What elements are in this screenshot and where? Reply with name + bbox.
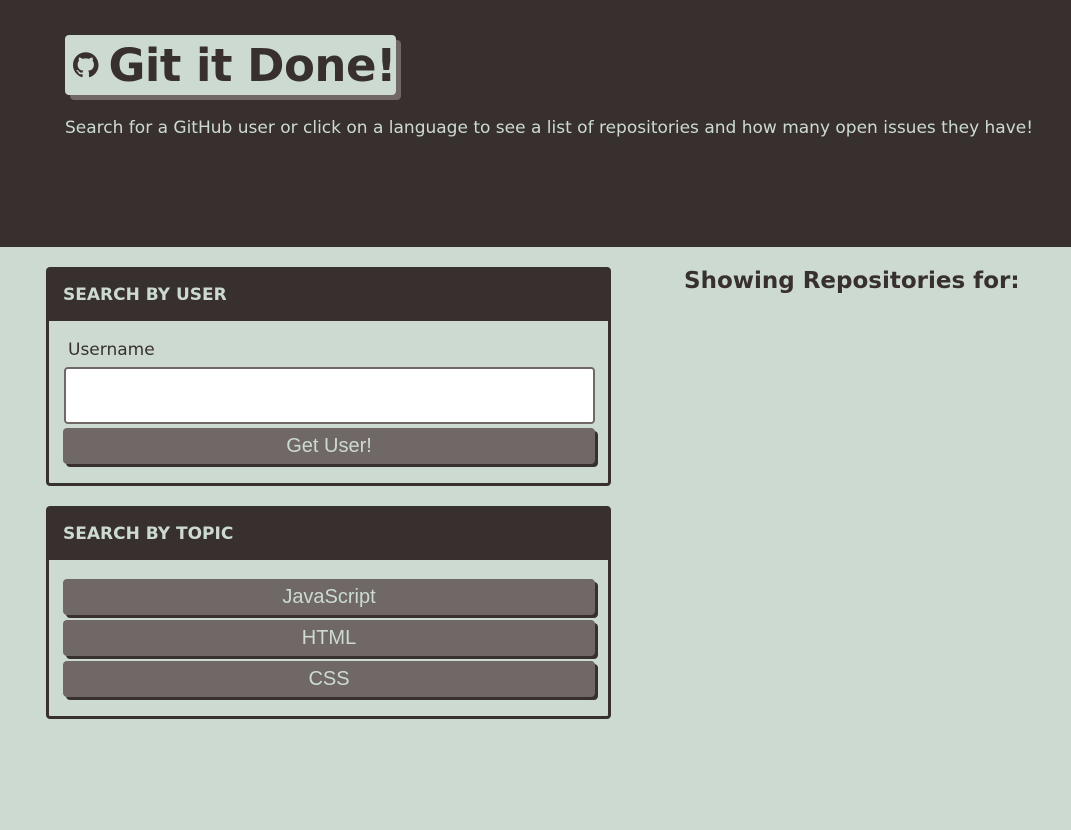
- username-label: Username: [68, 340, 155, 360]
- html-button[interactable]: HTML: [63, 620, 595, 656]
- page-header: Git it Done! Search for a GitHub user or…: [0, 0, 1071, 247]
- username-input[interactable]: [64, 367, 595, 424]
- javascript-button[interactable]: JavaScript: [63, 579, 595, 615]
- topic-card-heading: SEARCH BY TOPIC: [49, 509, 608, 560]
- search-by-topic-card: SEARCH BY TOPIC JavaScript HTML CSS: [46, 506, 611, 719]
- css-button[interactable]: CSS: [63, 661, 595, 697]
- repositories-heading: Showing Repositories for:: [684, 268, 1020, 294]
- user-card-heading: SEARCH BY USER: [49, 270, 608, 321]
- search-by-user-card: SEARCH BY USER Username Get User!: [46, 267, 611, 486]
- get-user-button[interactable]: Get User!: [63, 428, 595, 464]
- logo: Git it Done!: [65, 35, 396, 95]
- page-subtitle: Search for a GitHub user or click on a l…: [65, 118, 1034, 138]
- page-title: Git it Done!: [108, 38, 397, 92]
- github-icon: [73, 52, 99, 78]
